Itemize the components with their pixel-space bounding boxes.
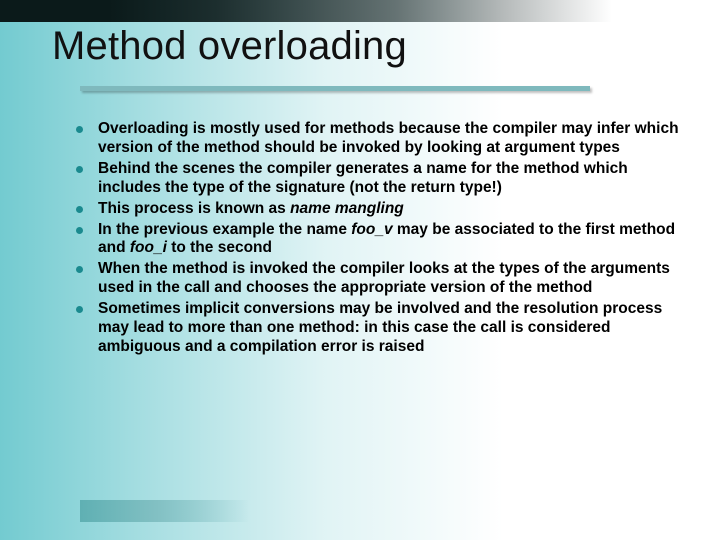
content-area: Overloading is mostly used for methods b… <box>74 120 680 359</box>
bullet-item: This process is known as name mangling <box>74 200 680 219</box>
bullet-item: Sometimes implicit conversions may be in… <box>74 300 680 357</box>
slide-title: Method overloading <box>52 24 700 69</box>
bullet-item: Overloading is mostly used for methods b… <box>74 120 680 158</box>
bullet-list: Overloading is mostly used for methods b… <box>74 120 680 357</box>
slide: Method overloading Overloading is mostly… <box>0 0 720 540</box>
top-band <box>0 0 720 22</box>
footer-band <box>80 500 250 522</box>
bullet-item: When the method is invoked the compiler … <box>74 260 680 298</box>
bullet-item: Behind the scenes the compiler generates… <box>74 160 680 198</box>
bullet-item: In the previous example the name foo_v m… <box>74 221 680 259</box>
title-underline <box>80 86 590 91</box>
